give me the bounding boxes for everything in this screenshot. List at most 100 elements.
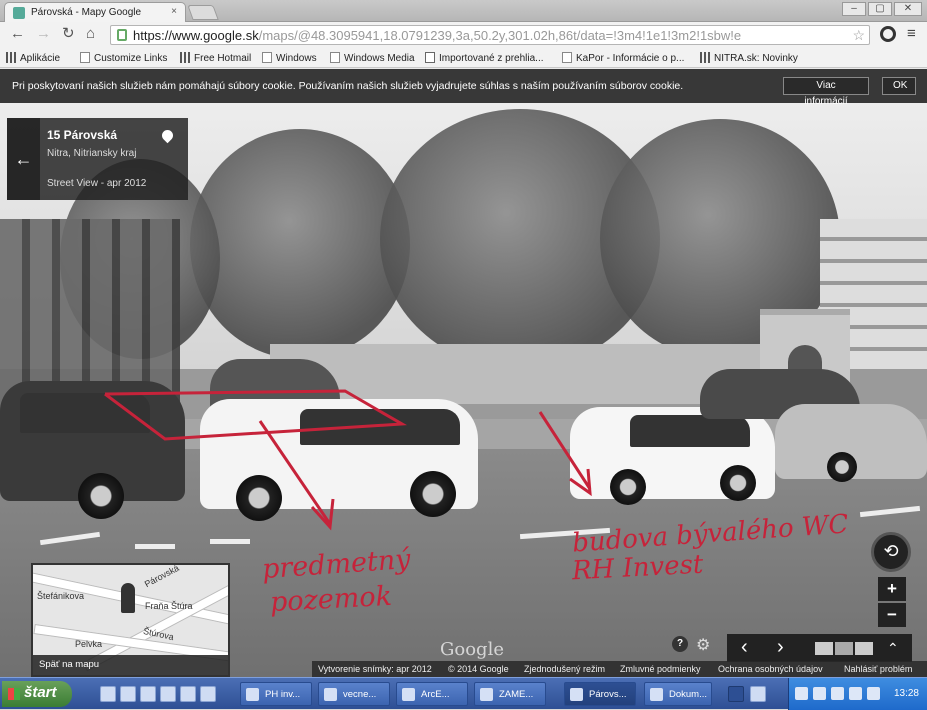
bookmark-item[interactable]: NITRA.sk: Novinky [700, 52, 798, 64]
map-footer: Vytvorenie snímky: apr 2012 © 2014 Googl… [312, 661, 927, 677]
bookmark-star-icon[interactable]: ☆ [852, 27, 865, 44]
new-tab-button[interactable] [187, 5, 219, 20]
taskbar-item[interactable]: vecne... [318, 682, 390, 706]
minimap-label: Štefánikova [37, 591, 85, 601]
quicklaunch-word-icon[interactable] [100, 686, 116, 702]
quicklaunch-excel-icon[interactable] [120, 686, 136, 702]
taskbar-item[interactable]: ArcE... [396, 682, 468, 706]
tray-icon[interactable] [813, 687, 826, 700]
back-to-map-arrow-icon[interactable]: ← [7, 118, 40, 200]
extension-icon[interactable] [880, 26, 896, 42]
bookmark-label: Customize Links [94, 53, 168, 64]
minimap-label: Fraňa Štúra [145, 601, 193, 611]
zoom-out-button[interactable]: − [878, 603, 906, 627]
bookmark-label: Windows [276, 53, 317, 64]
minimap-label: Párovská [142, 563, 181, 590]
photo-thumbnail[interactable] [815, 642, 833, 655]
maps-favicon-icon [13, 7, 25, 19]
taskbar-item[interactable]: ZAME... [474, 682, 546, 706]
apps-grid-icon [6, 52, 16, 63]
maximize-button[interactable]: ▢ [868, 2, 892, 16]
nitra-icon [700, 52, 710, 63]
page-icon [80, 52, 90, 63]
windows-flag-icon [8, 688, 20, 700]
tray-icon[interactable] [867, 687, 880, 700]
tray-icon[interactable] [795, 687, 808, 700]
tab-strip: Párovská - Mapy Google × – ▢ ✕ [0, 0, 927, 22]
navigation-bar: ← → ↻ ⌂ https://www.google.sk/maps/@48.3… [0, 22, 927, 48]
bookmark-item[interactable]: Windows [262, 52, 317, 64]
menu-icon[interactable]: ≡ [907, 25, 916, 42]
privacy-link[interactable]: Ochrana osobných údajov [718, 664, 823, 674]
map-pin-icon[interactable] [159, 127, 176, 144]
cookie-more-info-button[interactable]: Viac informácií [783, 77, 869, 107]
lite-mode-link[interactable]: Zjednodušený režim [524, 664, 605, 674]
pegman-icon[interactable] [121, 583, 135, 613]
folder-icon [425, 52, 435, 63]
quicklaunch-app-icon[interactable] [200, 686, 216, 702]
photo-thumbnail[interactable] [855, 642, 873, 655]
page-icon [330, 52, 340, 63]
start-label: štart [24, 684, 57, 701]
bookmark-label: Free Hotmail [194, 53, 252, 64]
bookmark-item[interactable]: Aplikácie [6, 52, 60, 64]
system-tray: 13:28 [788, 678, 927, 710]
quicklaunch-chrome-icon[interactable] [160, 686, 176, 702]
url-path: /maps/@48.3095941,18.0791239,3a,50.2y,30… [258, 28, 742, 43]
taskbar-item[interactable]: PH inv... [240, 682, 312, 706]
tray-icon[interactable] [849, 687, 862, 700]
bookmark-item[interactable]: KaPor - Informácie o p... [562, 52, 684, 64]
bookmark-label: Importované z prehlia... [439, 53, 544, 64]
location-date: Street View - apr 2012 [47, 178, 147, 189]
zoom-in-button[interactable]: + [878, 577, 906, 601]
tray-icon[interactable] [831, 687, 844, 700]
expand-chevron-icon[interactable]: ⌃ [887, 640, 899, 657]
back-to-map-button[interactable]: Späť na mapu [33, 655, 228, 675]
bookmark-item[interactable]: Free Hotmail [180, 52, 251, 64]
minimize-button[interactable]: – [842, 2, 866, 16]
home-icon[interactable]: ⌂ [86, 26, 95, 42]
next-arrow-icon[interactable]: › [777, 636, 784, 659]
settings-gear-icon[interactable]: ⚙ [696, 635, 710, 655]
quicklaunch-app-icon[interactable] [140, 686, 156, 702]
language-indicator-icon[interactable] [728, 686, 744, 702]
bookmark-label: Windows Media [344, 53, 415, 64]
report-problem-link[interactable]: Nahlásiť problém [844, 664, 912, 674]
minimap[interactable]: Párovská Štefánikova Fraňa Štúra Štúrova… [31, 563, 230, 677]
bookmark-item[interactable]: Windows Media [330, 52, 415, 64]
back-arrow-icon[interactable]: ← [10, 26, 25, 42]
bookmark-item[interactable]: Customize Links [80, 52, 167, 64]
quicklaunch-media-icon[interactable] [180, 686, 196, 702]
cookie-text: Pri poskytovaní našich služieb nám pomáh… [12, 80, 684, 92]
copyright: © 2014 Google [448, 664, 509, 674]
terms-link[interactable]: Zmluvné podmienky [620, 664, 701, 674]
address-bar[interactable]: https://www.google.sk/maps/@48.3095941,1… [110, 25, 870, 45]
help-tray-icon[interactable] [750, 686, 766, 702]
tab-active[interactable]: Párovská - Mapy Google × [4, 2, 186, 22]
bookmarks-bar: Aplikácie Customize Links Free Hotmail W… [0, 48, 927, 68]
url-host: https://www.google.sk [133, 28, 259, 43]
close-window-button[interactable]: ✕ [894, 2, 922, 16]
bookmark-label: Aplikácie [20, 53, 61, 64]
photo-thumbnail[interactable] [835, 642, 853, 655]
page-icon [262, 52, 272, 63]
street-view-panorama[interactable]: predmetný pozemok budova bývalého WC RH … [0, 69, 927, 677]
cookie-ok-button[interactable]: OK [882, 77, 916, 95]
msn-icon [180, 52, 190, 63]
reload-icon[interactable]: ↻ [62, 26, 75, 42]
start-button[interactable]: štart [2, 681, 72, 707]
cookie-consent-bar: Pri poskytovaní našich služieb nám pomáh… [0, 69, 927, 107]
help-icon[interactable]: ? [672, 636, 688, 652]
taskbar-item[interactable]: Dokum... [644, 682, 712, 706]
forward-arrow-icon[interactable]: → [36, 26, 51, 42]
clock: 13:28 [893, 688, 919, 699]
taskbar-item-active[interactable]: Párovs... [564, 682, 636, 706]
google-watermark: Google [440, 639, 504, 660]
page-icon [562, 52, 572, 63]
tab-close-icon[interactable]: × [171, 6, 177, 17]
bookmark-item[interactable]: Importované z prehlia... [425, 52, 544, 64]
bookmark-label: NITRA.sk: Novinky [714, 53, 798, 64]
compass-icon[interactable]: ⟲ [871, 532, 911, 572]
location-subtitle: Nitra, Nitriansky kraj [47, 148, 137, 159]
prev-arrow-icon[interactable]: ‹ [741, 636, 748, 659]
